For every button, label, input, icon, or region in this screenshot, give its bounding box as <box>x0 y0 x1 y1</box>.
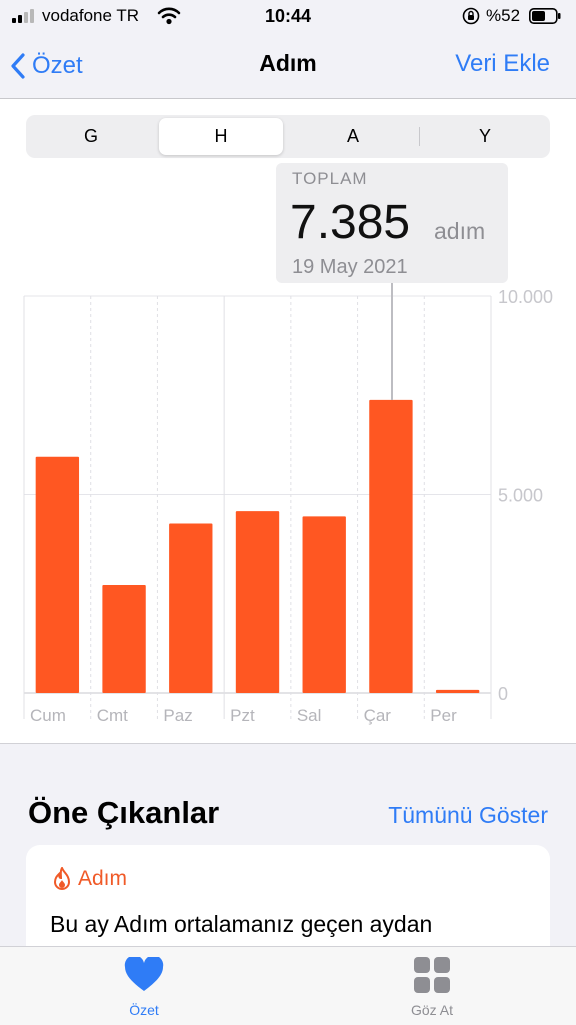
bar-cum <box>35 456 80 693</box>
highlights-title: Öne Çıkanlar <box>28 795 220 830</box>
show-all-link[interactable]: Tümünü Göster <box>388 802 548 829</box>
bar-cmt <box>102 585 146 693</box>
bar-paz <box>169 523 213 693</box>
rotation-lock-icon <box>462 7 480 25</box>
x-tick-label: Cmt <box>97 706 128 725</box>
status-bar: vodafone TR 10:44 %52 <box>0 0 576 34</box>
card-category: Adım <box>52 867 127 891</box>
flame-icon <box>53 867 71 890</box>
battery-percent: %52 <box>486 6 521 25</box>
navigation-bar: Özet Adım Veri Ekle <box>0 34 576 99</box>
x-tick-label: Cum <box>30 706 66 725</box>
x-tick-label: Per <box>430 706 457 725</box>
back-button[interactable]: Özet <box>10 48 83 84</box>
x-tick-label: Sal <box>297 706 322 725</box>
callout-unit: adım <box>434 218 486 244</box>
bar-çar <box>369 399 413 693</box>
y-tick-label: 10.000 <box>498 287 553 307</box>
x-tick-label: Çar <box>364 706 392 725</box>
bar-per <box>435 689 480 693</box>
selection-callout: TOPLAM 7.385 adım 19 May 2021 <box>276 163 508 283</box>
chevron-left-icon <box>11 53 25 79</box>
tab-summary-label: Özet <box>129 1002 159 1018</box>
callout-pointer-line <box>391 283 393 400</box>
bar-pzt <box>235 511 280 693</box>
tab-browse-label: Göz At <box>410 1002 454 1018</box>
card-category-label: Adım <box>78 867 128 890</box>
bar-sal <box>302 516 346 693</box>
y-tick-label: 0 <box>498 684 508 704</box>
tab-summary[interactable]: Özet <box>84 955 204 1018</box>
tab-browse[interactable]: Göz At <box>372 957 492 1018</box>
tab-bar: Özet Göz At <box>0 946 576 1025</box>
callout-value: 7.385 <box>290 196 411 249</box>
chart-section: G H A Y 0 5.000 10.000 Cum Cmt Paz Pzt Sal Çar Pe… <box>0 99 576 744</box>
callout-label: TOPLAM <box>292 169 368 188</box>
y-tick-label: 5.000 <box>498 486 543 506</box>
card-text: Bu ay Adım ortalamanız geçen aydan <box>50 911 433 937</box>
heart-icon <box>124 955 164 991</box>
callout-date: 19 May 2021 <box>292 256 408 278</box>
add-data-button[interactable]: Veri Ekle <box>455 50 550 78</box>
x-tick-label: Pzt <box>230 706 255 725</box>
battery-icon <box>529 8 561 24</box>
back-button-label: Özet <box>32 52 83 79</box>
grid-icon <box>414 957 450 993</box>
x-tick-label: Paz <box>163 706 192 725</box>
